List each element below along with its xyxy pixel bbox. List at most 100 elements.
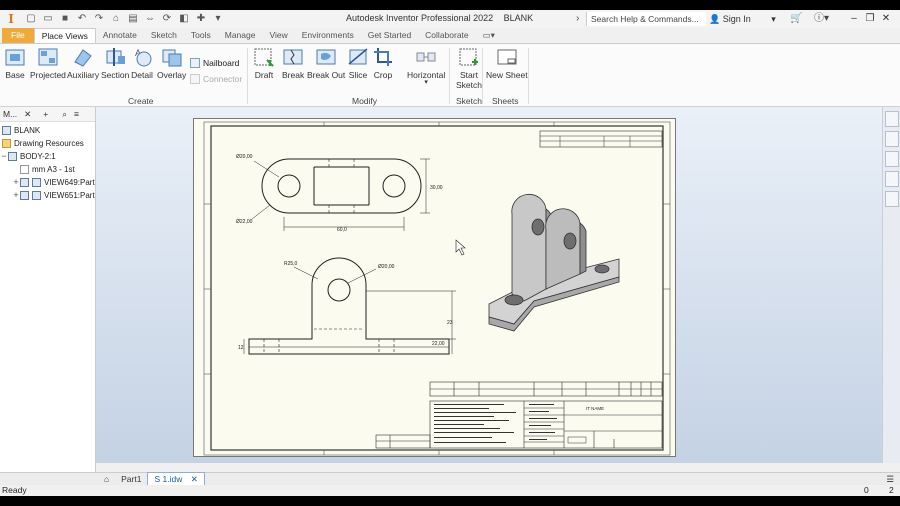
save-icon[interactable]: ■ (58, 12, 72, 26)
look-at-icon[interactable] (884, 191, 899, 207)
tab-tools[interactable]: Tools (184, 28, 218, 43)
home-icon[interactable]: ⌂ (98, 473, 115, 485)
app-name: Autodesk Inventor Professional 2022 (346, 13, 494, 23)
tab-file[interactable]: File (2, 28, 34, 43)
tree-item-view649[interactable]: + VIEW649:Part1 (0, 176, 95, 189)
projected-view-button[interactable]: Projected (30, 46, 66, 80)
nailboard-button[interactable]: Nailboard (190, 58, 239, 68)
measure-icon[interactable]: ⇔ (143, 12, 157, 26)
break-button[interactable]: Break (282, 46, 304, 80)
zoom-all-icon[interactable] (884, 171, 899, 187)
home-icon[interactable]: ⌂ (109, 12, 123, 26)
tree-item-sheet-format[interactable]: mm A3 - 1st (0, 163, 95, 176)
new-icon[interactable]: ▢ (24, 12, 38, 26)
crop-button[interactable]: Crop (372, 46, 394, 80)
ribbon-separator (528, 48, 529, 104)
auxiliary-view-icon (72, 46, 94, 68)
undo-icon[interactable]: ↶ (75, 12, 89, 26)
browser-tree: BLANK Drawing Resources − BODY-2:1 mm A3… (0, 122, 95, 202)
collapse-icon[interactable]: − (0, 150, 8, 163)
document-menu-icon[interactable]: ☰ (880, 473, 900, 485)
overlay-view-button[interactable]: Overlay (157, 46, 186, 80)
expand-icon[interactable]: + (12, 176, 20, 189)
start-sketch-icon (458, 46, 480, 68)
inventor-logo-icon[interactable]: I (4, 12, 18, 26)
document-tabs: ⌂ Part1 S 1.idw ✕ ☰ (0, 472, 900, 486)
view-icon (32, 178, 41, 187)
expand-icon[interactable]: + (12, 189, 20, 202)
watermark: Vdi 1000 (4, 460, 74, 476)
tab-place-views[interactable]: Place Views (33, 28, 96, 43)
restore-icon[interactable]: ❐ (862, 12, 878, 26)
appearance-icon[interactable]: ◧ (177, 12, 191, 26)
help-search-input[interactable]: Search Help & Commands... (586, 12, 706, 26)
ribbon-panel: Base Projected Auxiliary Section A Detai… (0, 43, 900, 107)
update-icon[interactable]: ⟳ (160, 12, 174, 26)
customize-icon[interactable]: ▾ (211, 12, 225, 26)
add-icon[interactable]: + (43, 109, 48, 119)
break-out-button[interactable]: Break Out (307, 46, 345, 80)
sign-in-button[interactable]: 👤 Sign In ▾ (709, 12, 776, 26)
tree-item-view651[interactable]: + VIEW651:Part1 (0, 189, 95, 202)
tab-sketch[interactable]: Sketch (144, 28, 184, 43)
doc-tab-drawing[interactable]: S 1.idw ✕ (147, 472, 205, 486)
graphics-window[interactable]: Ø20,00 Ø22,00 60,0 30,00 R25,0 Ø20,00 23… (96, 107, 882, 463)
tree-item-body[interactable]: − BODY-2:1 (0, 150, 95, 163)
tab-annotate[interactable]: Annotate (96, 28, 144, 43)
close-icon[interactable]: ✕ (24, 109, 31, 120)
close-icon[interactable]: ✕ (191, 474, 198, 484)
drawing-sheet[interactable]: Ø20,00 Ø22,00 60,0 30,00 R25,0 Ø20,00 23… (193, 118, 676, 457)
draft-view-button[interactable]: Draft (253, 46, 275, 80)
connector-button[interactable]: Connector (190, 74, 242, 84)
model-browser: M... ✕ + ⌕ ≡ BLANK Drawing Resources − B… (0, 107, 96, 472)
dim-length: 60,0 (337, 227, 347, 233)
arrow-right-icon[interactable]: › (576, 12, 579, 26)
search-icon[interactable]: ⌕ (62, 109, 67, 120)
dim-height: 30,00 (430, 185, 443, 191)
dim-left: 12 (238, 345, 244, 351)
redo-icon[interactable]: ↷ (92, 12, 106, 26)
open-icon[interactable]: ▭ (41, 12, 55, 26)
tab-get-started[interactable]: Get Started (361, 28, 418, 43)
cart-icon[interactable]: 🛒 (790, 12, 802, 26)
close-icon[interactable]: ✕ (878, 12, 894, 26)
tab-view[interactable]: View (262, 28, 294, 43)
chevron-down-icon: ▾ (771, 14, 776, 24)
start-sketch-button[interactable]: Start Sketch (456, 46, 482, 90)
chevron-down-icon: ▾ (424, 79, 428, 86)
base-view-button[interactable]: Base (4, 46, 26, 80)
base-view-icon (4, 46, 26, 68)
section-view-icon (104, 46, 126, 68)
tree-item-drawing-resources[interactable]: Drawing Resources (0, 137, 95, 150)
tab-manage[interactable]: Manage (218, 28, 263, 43)
auxiliary-view-button[interactable]: Auxiliary (67, 46, 99, 80)
menu-icon[interactable]: ≡ (74, 109, 79, 119)
print-icon[interactable]: ▤ (126, 12, 140, 26)
section-view-button[interactable]: Section (101, 46, 129, 80)
ribbon-separator (482, 48, 483, 104)
new-sheet-button[interactable]: New Sheet (486, 46, 528, 80)
drawing-file-icon (2, 126, 11, 135)
slice-button[interactable]: Slice (347, 46, 369, 80)
dim-radius-front: R25,0 (284, 261, 298, 267)
help-icon[interactable]: ⓘ▾ (814, 12, 829, 26)
doc-tab-part1[interactable]: Part1 (115, 473, 147, 485)
minimize-icon[interactable]: – (846, 12, 862, 26)
tab-environments[interactable]: Environments (295, 28, 361, 43)
sheets-group-label: Sheets (492, 96, 519, 106)
pan-icon[interactable] (884, 131, 899, 147)
drawing-geometry: Ø20,00 Ø22,00 60,0 30,00 R25,0 Ø20,00 23… (203, 121, 671, 456)
ribbon-options-icon[interactable]: ▭▾ (476, 28, 502, 43)
detail-view-button[interactable]: A Detail (131, 46, 153, 80)
new-sheet-icon (496, 46, 518, 68)
tab-collaborate[interactable]: Collaborate (418, 28, 475, 43)
zoom-icon[interactable] (884, 151, 899, 167)
tree-item-blank[interactable]: BLANK (0, 124, 95, 137)
crop-icon (372, 46, 394, 68)
browser-title[interactable]: M... (3, 109, 17, 119)
add-icon[interactable]: ✚ (194, 12, 208, 26)
draft-view-icon (253, 46, 275, 68)
horizontal-button[interactable]: Horizontal ▾ (407, 46, 445, 86)
full-navigation-wheel-icon[interactable] (884, 111, 899, 127)
folder-icon (2, 139, 11, 148)
